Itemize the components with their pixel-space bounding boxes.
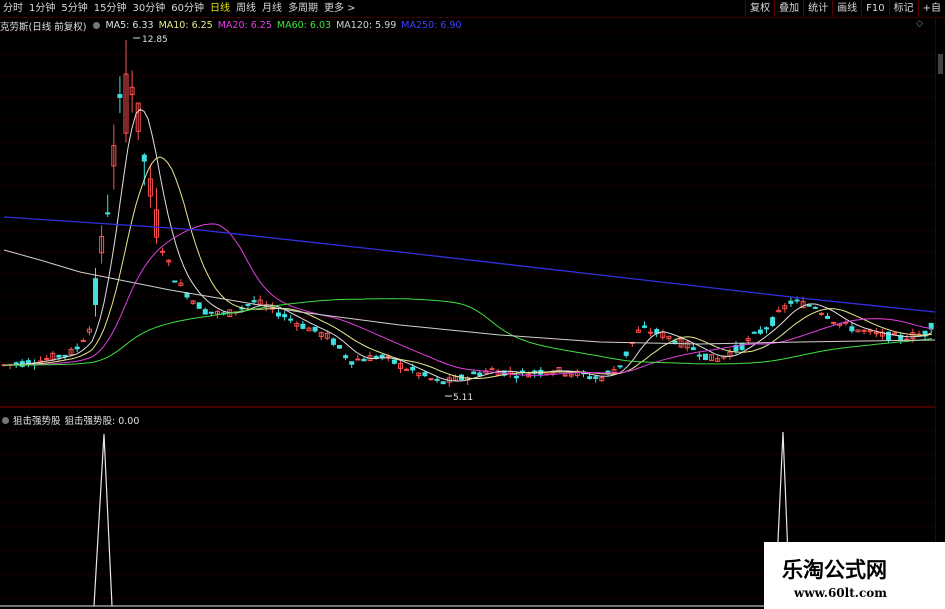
candle-body — [404, 368, 410, 371]
candle-body — [282, 314, 288, 318]
candle-body — [62, 354, 68, 357]
candle-body — [184, 292, 190, 298]
scroll-thumb[interactable] — [938, 54, 943, 74]
candle-body — [361, 358, 367, 362]
candle-body — [93, 278, 98, 305]
candle-body — [105, 212, 111, 215]
candle-body — [764, 327, 769, 330]
candle-body — [56, 354, 62, 358]
watermark-title: 乐淘公式网 — [782, 557, 887, 582]
candle-body — [562, 374, 568, 377]
candle-body — [831, 321, 837, 324]
indicator-spike — [93, 433, 113, 607]
candle-body — [440, 381, 446, 385]
candle-body — [605, 370, 611, 373]
candle-body — [751, 331, 757, 334]
candle-body — [80, 339, 86, 342]
indicator-name: 狙击强势股 — [13, 416, 61, 427]
candle-body — [806, 304, 812, 307]
candle-body — [391, 359, 397, 364]
candle-body — [141, 154, 147, 162]
candle-body — [703, 353, 708, 360]
candle-body — [422, 372, 428, 377]
candle-body — [208, 311, 214, 314]
candle-body — [623, 351, 629, 356]
indicator-settings-icon[interactable] — [2, 416, 9, 424]
low-price-label: 5.11 — [453, 393, 473, 403]
candle-body — [788, 300, 794, 304]
candle-body — [520, 370, 525, 373]
candle-body — [849, 326, 855, 332]
high-price-label: 12.85 — [142, 35, 168, 45]
candle-body — [276, 312, 281, 317]
candle-body — [74, 346, 80, 350]
candle-body — [337, 344, 342, 349]
indicator-value: 狙击强势股: 0.00 — [64, 416, 140, 427]
candle-body — [379, 354, 385, 358]
candle-body — [312, 326, 318, 332]
candle-body — [434, 378, 440, 381]
ma10-line — [3, 156, 933, 380]
watermark: 乐淘公式网 www.60lt.com — [764, 542, 945, 609]
vertical-scrollbar[interactable] — [935, 18, 945, 609]
candle-body — [690, 347, 696, 351]
ma250-line — [3, 216, 935, 313]
candle-body — [794, 299, 800, 302]
candle-body — [477, 372, 483, 377]
candle-body — [172, 280, 178, 283]
candle-body — [196, 302, 202, 309]
candle-body — [489, 368, 495, 371]
candle-body — [471, 371, 477, 375]
candle-body — [757, 329, 763, 334]
candle-body — [892, 332, 898, 335]
candle-body — [818, 312, 824, 315]
candle-body — [593, 376, 599, 379]
candle-body — [410, 367, 416, 371]
kline-chart[interactable]: 12.85 5.11 — [0, 0, 935, 609]
candle-body — [513, 375, 519, 379]
candle-body — [245, 303, 251, 306]
candle-body — [648, 331, 654, 334]
candle-body — [770, 317, 776, 326]
candle-body — [288, 318, 294, 321]
candle-body — [812, 306, 818, 309]
candle-body — [330, 338, 336, 345]
candle-body — [617, 365, 623, 368]
ma20-line — [3, 223, 933, 376]
candle-body — [300, 323, 306, 329]
watermark-url: www.60lt.com — [794, 586, 887, 600]
candle-body — [587, 376, 593, 379]
candle-body — [343, 355, 349, 359]
candle-body — [428, 378, 434, 381]
candle-body — [696, 354, 702, 357]
candle-body — [355, 358, 361, 361]
candle-body — [202, 309, 208, 315]
candle-body — [825, 315, 830, 319]
candle-body — [117, 94, 123, 98]
candle-body — [642, 325, 647, 328]
candle-body — [861, 329, 867, 332]
candle-body — [251, 300, 257, 303]
candle-body — [904, 338, 910, 341]
candle-body — [349, 361, 355, 365]
indicator-label: 狙击强势股 狙击强势股: 0.00 — [0, 414, 143, 427]
